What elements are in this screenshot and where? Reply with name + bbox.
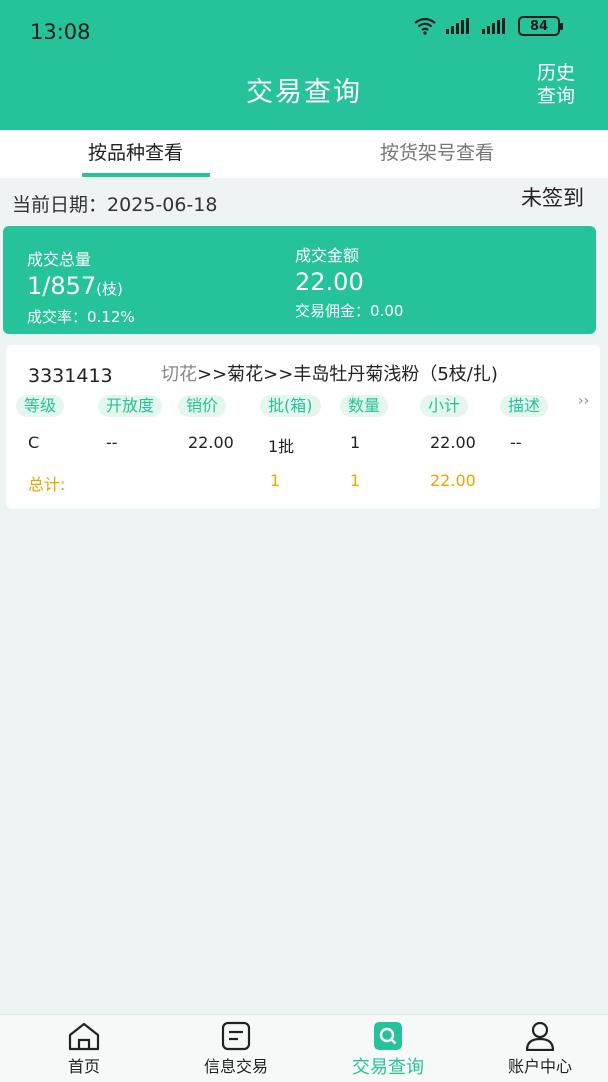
- cell-openness: --: [106, 433, 118, 452]
- wifi-icon: [414, 17, 436, 35]
- commission: 交易佣金：0.00: [295, 300, 403, 321]
- cell-subtotal: 22.00: [430, 433, 476, 452]
- history-label-line2: 查询: [536, 85, 575, 107]
- page-title: 交易查询: [246, 77, 362, 108]
- commission-label: 交易佣金：: [295, 302, 371, 320]
- total-qty-unit: (枝): [96, 280, 123, 298]
- sign-status[interactable]: 未签到: [521, 182, 584, 212]
- col-header-grade: 等级: [16, 395, 65, 417]
- nav-trade-query[interactable]: 交易查询: [328, 1015, 448, 1079]
- tab-bar: 按品种查看 按货架号查看: [0, 130, 608, 178]
- col-header-price: 销价: [178, 395, 227, 417]
- nav-info-trade[interactable]: 信息交易: [176, 1015, 296, 1077]
- deal-amount-value: 22.00: [295, 268, 364, 296]
- tab-by-shelf[interactable]: 按货架号查看: [380, 138, 494, 165]
- user-icon: [525, 1021, 555, 1051]
- product-path: >>菊花>>丰岛牡丹菊浅粉（5枝/扎): [197, 364, 498, 385]
- summary-card: 成交总量 1/857(枝) 成交率：0.12% 成交金额 22.00 交易佣金：…: [3, 226, 596, 334]
- search-doc-icon: [374, 1022, 402, 1050]
- deal-rate-label: 成交率：: [27, 308, 88, 326]
- nav-info-trade-label: 信息交易: [203, 1057, 268, 1076]
- nav-account[interactable]: 账户中心: [480, 1015, 600, 1077]
- col-header-qty: 数量: [340, 395, 389, 417]
- nav-home-label: 首页: [67, 1057, 100, 1076]
- status-time: 13:08: [30, 20, 91, 44]
- more-columns-icon[interactable]: ››: [578, 393, 589, 409]
- cell-qty: 1: [350, 433, 361, 452]
- bottom-nav: 首页 信息交易 交易查询 账户中心: [0, 1014, 608, 1082]
- col-header-desc: 描述: [500, 395, 549, 417]
- date-value: 2025-06-18: [107, 194, 218, 216]
- total-qty-label: 成交总量: [27, 250, 92, 269]
- nav-home[interactable]: 首页: [24, 1015, 144, 1077]
- deal-amount-label: 成交金额: [295, 246, 360, 265]
- date-label: 当前日期：: [12, 194, 108, 216]
- cell-desc: --: [510, 433, 522, 452]
- total-subtotal: 22.00: [430, 471, 476, 490]
- col-header-openness: 开放度: [98, 395, 163, 417]
- cell-grade: C: [28, 433, 40, 452]
- total-batch: 1: [270, 471, 281, 490]
- product-code: 3331413: [28, 365, 113, 387]
- active-tab-indicator: [82, 173, 210, 177]
- total-qty: 1: [350, 471, 361, 490]
- battery-icon: 84: [518, 16, 563, 36]
- status-icons: 84: [414, 16, 563, 36]
- deal-rate-value: 0.12%: [87, 308, 135, 326]
- tab-by-variety[interactable]: 按品种查看: [88, 138, 183, 165]
- document-icon: [221, 1021, 251, 1051]
- total-qty-value: 1/857(枝): [27, 272, 123, 300]
- commission-value: 0.00: [370, 302, 404, 320]
- home-icon: [68, 1022, 100, 1051]
- signal-icon: [446, 18, 469, 34]
- product-name: 切花>>菊花>>丰岛牡丹菊浅粉（5枝/扎): [161, 360, 498, 386]
- history-query-button[interactable]: 历史 查询: [532, 62, 580, 108]
- current-date: 当前日期：2025-06-18: [12, 190, 217, 217]
- signal-icon-2: [482, 18, 505, 34]
- total-qty-number: 1/857: [27, 272, 97, 300]
- battery-level: 84: [529, 18, 549, 34]
- col-header-subtotal: 小计: [420, 395, 469, 417]
- cell-batch: 1批: [268, 437, 295, 456]
- history-label-line1: 历史: [536, 62, 575, 84]
- nav-trade-query-label: 交易查询: [352, 1057, 424, 1078]
- total-label: 总计:: [28, 475, 66, 494]
- product-category: 切花: [161, 364, 197, 385]
- nav-account-label: 账户中心: [507, 1057, 572, 1076]
- header: 13:08 84 交易查询 历史 查询: [0, 0, 608, 130]
- col-header-batch: 批(箱): [260, 395, 321, 417]
- deal-rate: 成交率：0.12%: [27, 306, 135, 327]
- trade-record-card[interactable]: 3331413 切花>>菊花>>丰岛牡丹菊浅粉（5枝/扎) 等级 开放度 销价 …: [6, 345, 600, 509]
- cell-price: 22.00: [188, 433, 234, 452]
